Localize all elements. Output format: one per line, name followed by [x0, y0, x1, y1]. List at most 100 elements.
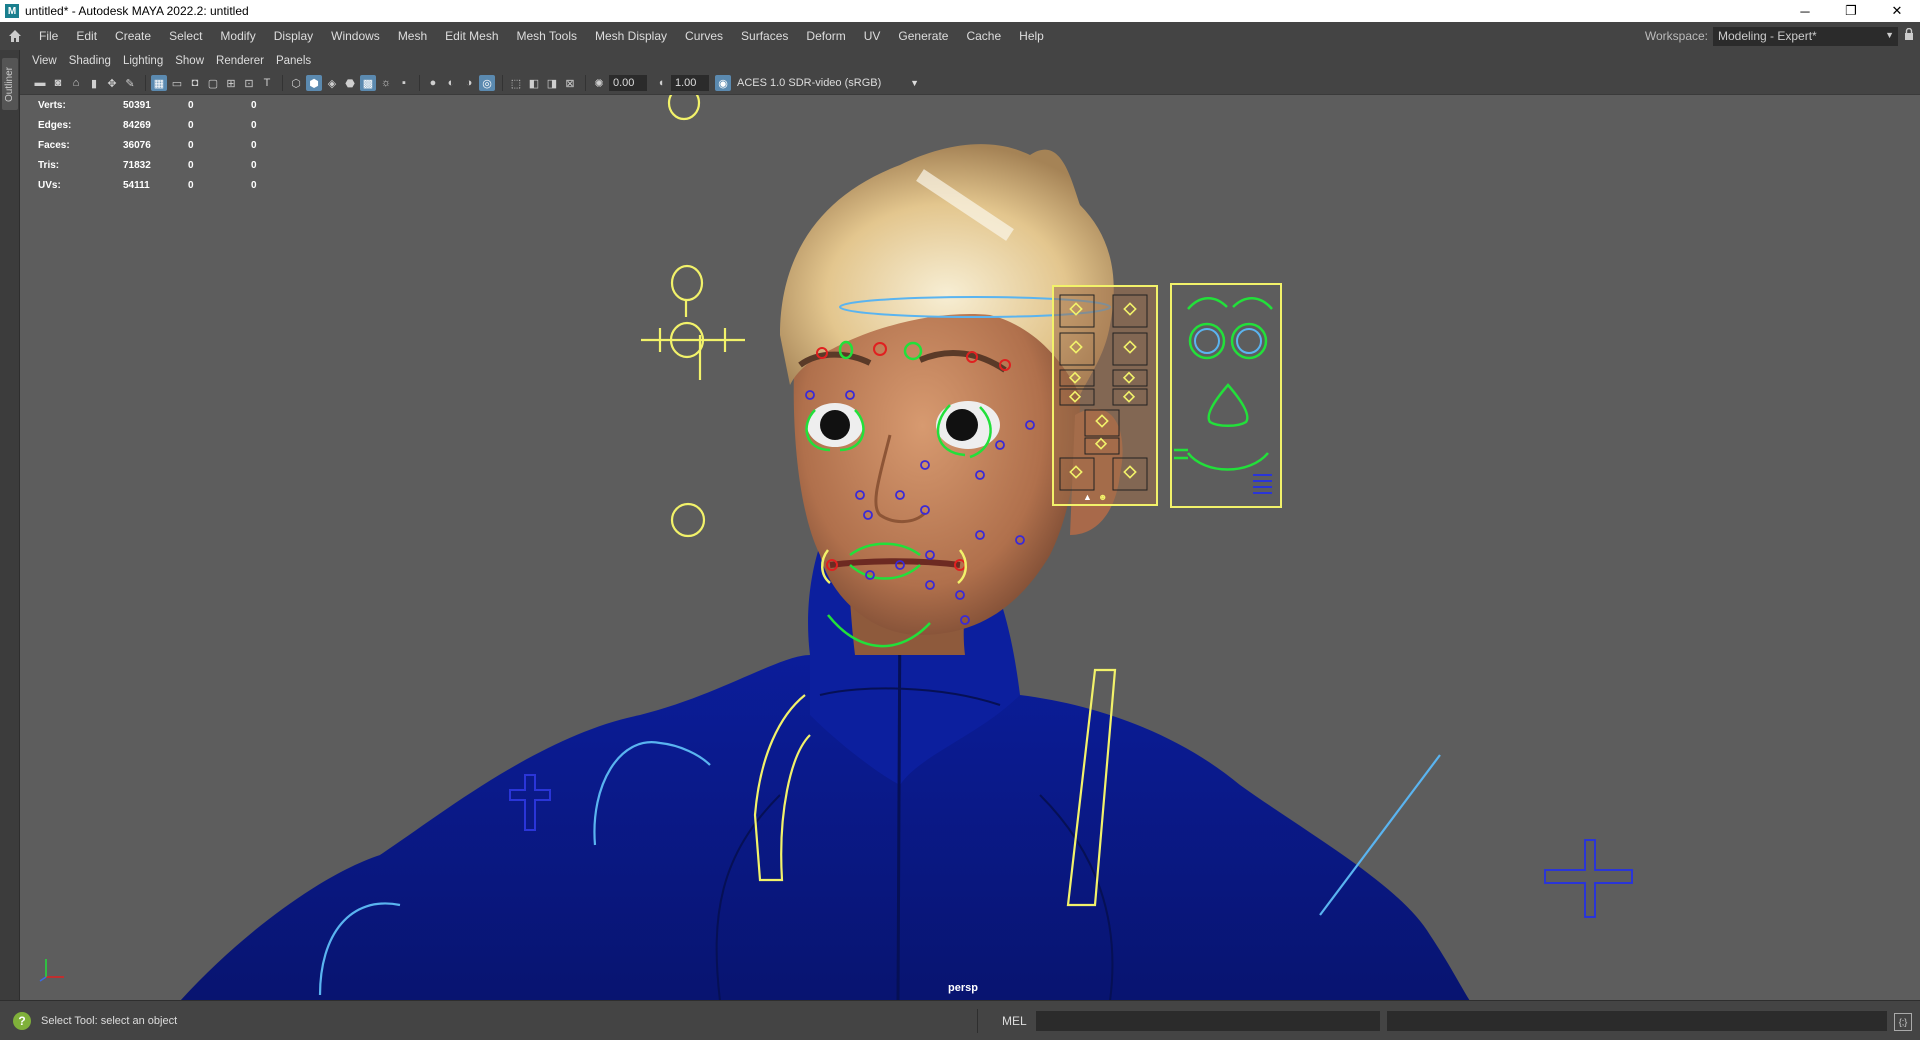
- panel-menu-panels[interactable]: Panels: [270, 55, 317, 67]
- hud-value: 54111: [123, 179, 150, 191]
- safe-action-icon[interactable]: ⊡: [241, 75, 257, 91]
- grid-icon[interactable]: ▦: [151, 75, 167, 91]
- field-chart-icon[interactable]: ⊞: [223, 75, 239, 91]
- bookmark-icon[interactable]: ⌂: [68, 75, 84, 91]
- chevron-down-icon: ▼: [910, 78, 919, 88]
- menu-deform[interactable]: Deform: [797, 22, 854, 50]
- menu-file[interactable]: File: [30, 22, 67, 50]
- hud-value: 0: [188, 159, 194, 171]
- hud-label: Faces:: [38, 139, 70, 151]
- gamma-field[interactable]: [671, 75, 709, 91]
- script-language-toggle[interactable]: MEL: [1002, 1014, 1027, 1028]
- panel-menu-shading[interactable]: Shading: [63, 55, 117, 67]
- hud-value: 0: [251, 179, 257, 191]
- hud-value: 0: [251, 119, 257, 131]
- view-transform-dropdown[interactable]: ACES 1.0 SDR-video (sRGB) ▼: [733, 75, 923, 91]
- menu-surfaces[interactable]: Surfaces: [732, 22, 797, 50]
- help-line: ? Select Tool: select an object MEL {;}: [0, 1000, 1920, 1040]
- command-line-input[interactable]: [1036, 1011, 1380, 1031]
- hud-value: 0: [251, 99, 257, 111]
- title-bar: M untitled* - Autodesk MAYA 2022.2: unti…: [0, 0, 1920, 22]
- menu-help[interactable]: Help: [1010, 22, 1053, 50]
- minimize-button[interactable]: ─: [1782, 0, 1828, 22]
- wireframe-on-shaded-icon[interactable]: ⬣: [342, 75, 358, 91]
- smooth-shade-icon[interactable]: ⬢: [306, 75, 322, 91]
- lights-icon[interactable]: ☼: [378, 75, 394, 91]
- hud-row-verts: Verts: 50391 0 0: [38, 95, 291, 115]
- menu-mesh[interactable]: Mesh: [389, 22, 436, 50]
- camera-label: persp: [948, 982, 978, 994]
- menu-curves[interactable]: Curves: [676, 22, 732, 50]
- help-text: Select Tool: select an object: [41, 1014, 178, 1027]
- menu-uv[interactable]: UV: [855, 22, 890, 50]
- xray-active-icon[interactable]: ◨: [544, 75, 560, 91]
- help-icon: ?: [13, 1011, 31, 1030]
- close-button[interactable]: ✕: [1874, 0, 1920, 22]
- lock-icon[interactable]: [1898, 27, 1920, 44]
- facial-ui-panel-left: ▲ ☻: [1052, 285, 1158, 506]
- menu-edit[interactable]: Edit: [67, 22, 106, 50]
- hud-label: Verts:: [38, 99, 66, 111]
- perspective-viewport[interactable]: ▲ ☻ Verts: 50391 0 0 Edges: 84269 0 0 Fa…: [20, 94, 1920, 1000]
- image-plane-icon[interactable]: ✥: [104, 75, 120, 91]
- multisample-aa-icon[interactable]: ◑: [461, 75, 477, 91]
- bookmark-flag-icon[interactable]: ▮: [86, 75, 102, 91]
- safe-title-icon[interactable]: T: [259, 75, 275, 91]
- hud-value: 0: [188, 139, 194, 151]
- camera-select-icon[interactable]: ▬: [32, 75, 48, 91]
- motion-blur-icon[interactable]: ◐: [443, 75, 459, 91]
- main-menu-bar: File Edit Create Select Modify Display Windows…: [0, 22, 1920, 50]
- panel-menu-lighting[interactable]: Lighting: [117, 55, 169, 67]
- menu-create[interactable]: Create: [106, 22, 160, 50]
- 2d-pan-zoom-icon[interactable]: ✎: [122, 75, 138, 91]
- hud-label: UVs:: [38, 179, 61, 191]
- panel-menu-show[interactable]: Show: [169, 55, 210, 67]
- resolution-gate-icon[interactable]: ◘: [187, 75, 203, 91]
- outliner-tab[interactable]: Outliner: [2, 58, 18, 110]
- isolate-select-icon[interactable]: ⬚: [508, 75, 524, 91]
- workspace-dropdown[interactable]: Modeling - Expert* ▼: [1713, 26, 1898, 46]
- menu-modify[interactable]: Modify: [211, 22, 264, 50]
- menu-display[interactable]: Display: [265, 22, 322, 50]
- menu-generate[interactable]: Generate: [889, 22, 957, 50]
- film-gate-icon[interactable]: ▭: [169, 75, 185, 91]
- home-icon[interactable]: [0, 22, 30, 50]
- depth-of-field-icon[interactable]: ◎: [479, 75, 495, 91]
- hud-value: 50391: [123, 99, 151, 111]
- menu-select[interactable]: Select: [160, 22, 211, 50]
- workspace-selector: Workspace: Modeling - Expert* ▼: [1645, 22, 1920, 50]
- chevron-down-icon: ▼: [1885, 29, 1894, 40]
- panel-toolbar: ▬ ◙ ⌂ ▮ ✥ ✎ ▦ ▭ ◘ ▢ ⊞ ⊡ T ⬡ ⬢ ◈ ⬣ ▩ ☼ ▪ …: [20, 72, 1920, 94]
- color-management-icon[interactable]: ◉: [715, 75, 731, 91]
- panel-menu-view[interactable]: View: [26, 55, 63, 67]
- menu-mesh-tools[interactable]: Mesh Tools: [508, 22, 586, 50]
- exposure-icon[interactable]: ✺: [591, 75, 607, 91]
- yellow-controls-left: [641, 95, 745, 538]
- hud-label: Tris:: [38, 159, 60, 171]
- hud-value: 0: [251, 159, 257, 171]
- xray-joints-icon[interactable]: ⊠: [562, 75, 578, 91]
- hud-value: 0: [188, 179, 194, 191]
- menu-edit-mesh[interactable]: Edit Mesh: [436, 22, 507, 50]
- menu-mesh-display[interactable]: Mesh Display: [586, 22, 676, 50]
- restore-button[interactable]: ❐: [1828, 0, 1874, 22]
- panel-menu-renderer[interactable]: Renderer: [210, 55, 270, 67]
- wireframe-icon[interactable]: ⬡: [288, 75, 304, 91]
- script-editor-icon[interactable]: {;}: [1894, 1013, 1912, 1031]
- collar-seam: [896, 594, 902, 1000]
- menu-cache[interactable]: Cache: [957, 22, 1010, 50]
- view-transform-value: ACES 1.0 SDR-video (sRGB): [737, 77, 882, 89]
- textured-icon[interactable]: ▩: [360, 75, 376, 91]
- shadows-icon[interactable]: ▪: [396, 75, 412, 91]
- gate-mask-icon[interactable]: ▢: [205, 75, 221, 91]
- default-material-icon[interactable]: ◈: [324, 75, 340, 91]
- exposure-field[interactable]: [609, 75, 647, 91]
- maya-app-icon: M: [5, 4, 19, 18]
- xray-icon[interactable]: ◧: [526, 75, 542, 91]
- command-result-field: [1387, 1011, 1887, 1031]
- gamma-icon[interactable]: ◖: [653, 75, 669, 91]
- screen-space-ao-icon[interactable]: ●: [425, 75, 441, 91]
- menu-windows[interactable]: Windows: [322, 22, 389, 50]
- camera-attributes-icon[interactable]: ◙: [50, 75, 66, 91]
- svg-text:▲: ▲: [1083, 492, 1092, 502]
